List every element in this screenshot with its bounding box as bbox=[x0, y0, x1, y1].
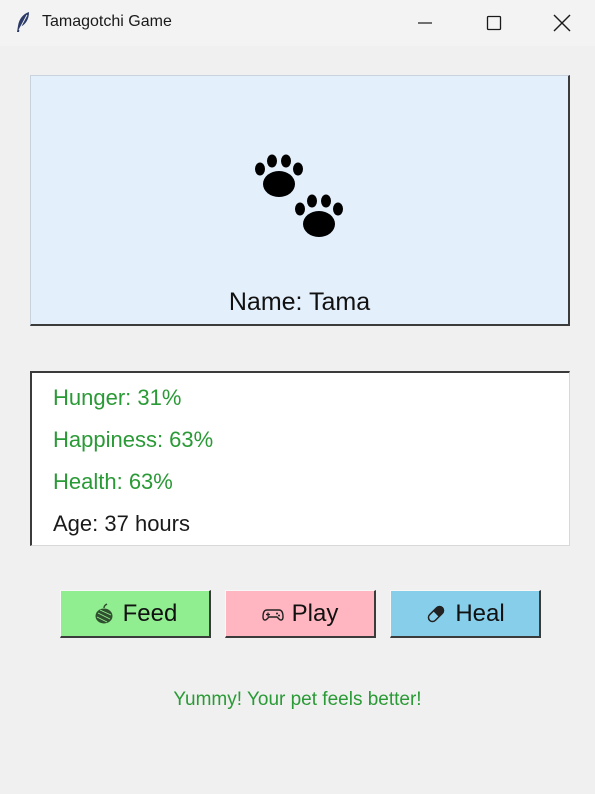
happiness-stat: Happiness: 63% bbox=[53, 427, 214, 452]
window-title: Tamagotchi Game bbox=[42, 13, 172, 30]
health-stat: Health: 63% bbox=[53, 469, 173, 494]
close-button[interactable] bbox=[529, 0, 595, 46]
hunger-stat: Hunger: 31% bbox=[53, 385, 182, 410]
maximize-button[interactable] bbox=[459, 0, 529, 46]
feed-button-label: Feed bbox=[122, 599, 178, 627]
pill-icon bbox=[428, 605, 445, 622]
pet-name-label: Name: Tama bbox=[228, 288, 371, 316]
age-stat: Age: 37 hours bbox=[53, 511, 190, 536]
heal-button-label: Heal bbox=[455, 599, 505, 627]
pet-display-panel: Name: Tama bbox=[30, 75, 570, 326]
maximize-icon bbox=[486, 15, 502, 31]
heal-button[interactable]: Heal bbox=[390, 590, 541, 638]
minimize-button[interactable] bbox=[390, 0, 460, 46]
play-button[interactable]: Play bbox=[225, 590, 376, 638]
food-icon bbox=[95, 602, 113, 623]
minimize-icon bbox=[418, 22, 432, 24]
gamepad-icon bbox=[261, 608, 284, 621]
feed-button[interactable]: Feed bbox=[60, 590, 211, 638]
status-message: Yummy! Your pet feels better! bbox=[173, 689, 422, 710]
feather-icon bbox=[17, 12, 29, 32]
play-button-label: Play bbox=[291, 599, 339, 627]
close-icon bbox=[553, 14, 571, 32]
title-bar[interactable]: Tamagotchi Game bbox=[0, 0, 595, 46]
stats-panel: Hunger: 31% Happiness: 63% Health: 63% A… bbox=[30, 371, 570, 546]
paw-prints-icon bbox=[255, 154, 343, 237]
